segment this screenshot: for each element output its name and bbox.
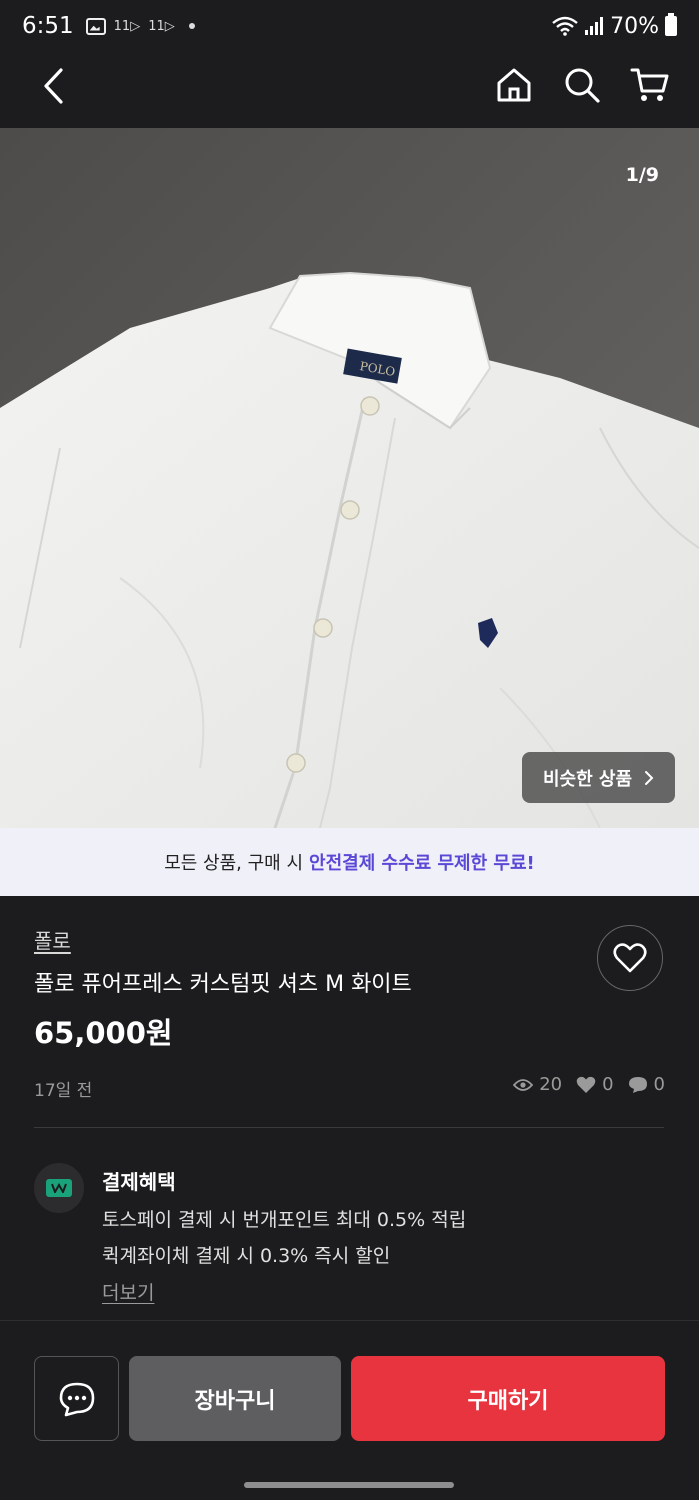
- back-button[interactable]: [36, 66, 76, 106]
- won-icon: [51, 1183, 67, 1193]
- posted-time: 17일 전: [34, 1081, 93, 1101]
- notification-text-2: 11▷: [148, 18, 175, 34]
- benefit-line-quick-transfer: 퀵계좌이체 결제 시 0.3% 즉시 할인: [102, 1245, 391, 1267]
- status-time: 6:51: [22, 13, 74, 39]
- heart-filled-icon: [576, 1076, 596, 1093]
- home-icon: [497, 68, 531, 102]
- benefit-title: 결제혜택: [102, 1170, 176, 1194]
- search-icon: [565, 68, 600, 103]
- image-counter: 1/9: [625, 164, 659, 186]
- notification-text-1: 11▷: [113, 18, 141, 34]
- product-price: 65,000원: [34, 1016, 173, 1050]
- benefit-line-toss: 토스페이 결제 시 번개포인트 최대 0.5% 적립: [102, 1209, 467, 1231]
- like-button[interactable]: [597, 925, 663, 991]
- status-system-icons: 70%: [552, 13, 677, 39]
- similar-products-button[interactable]: 비슷한 상품: [522, 752, 675, 803]
- product-image-carousel[interactable]: POLO 1/9 비슷한 상품: [0, 128, 699, 828]
- promo-prefix: 모든 상품, 구매 시: [164, 853, 304, 874]
- cart-button[interactable]: [629, 64, 671, 106]
- battery-icon: [665, 13, 677, 36]
- product-title: 폴로 퓨어프레스 커스텀핏 셔츠 M 화이트: [34, 972, 412, 997]
- like-count: 0: [602, 1074, 614, 1095]
- cart-icon: [630, 68, 669, 101]
- view-count: 20: [539, 1074, 563, 1095]
- buy-now-button[interactable]: 구매하기: [351, 1356, 665, 1441]
- gallery-icon: [85, 17, 106, 35]
- payment-benefit-icon: [34, 1163, 84, 1213]
- more-notifications-dot-icon: [188, 23, 195, 29]
- product-photo: POLO: [0, 128, 699, 828]
- status-notifications: 11▷ 11▷: [85, 17, 195, 35]
- promo-highlight: 안전결제 수수료 무제한 무료!: [309, 853, 535, 874]
- heart-icon: [613, 943, 647, 973]
- back-icon: [44, 68, 63, 104]
- home-indicator[interactable]: [244, 1482, 454, 1488]
- divider: [34, 1127, 664, 1128]
- chat-icon: [59, 1382, 94, 1416]
- home-button[interactable]: [493, 64, 535, 106]
- similar-products-label: 비슷한 상품: [542, 768, 633, 790]
- safe-payment-banner[interactable]: 모든 상품, 구매 시 안전결제 수수료 무제한 무료!: [0, 828, 699, 896]
- product-stats: 20 0 0: [513, 1074, 665, 1095]
- battery-percent: 70%: [610, 13, 659, 39]
- chevron-right-icon: [645, 770, 654, 785]
- more-benefits-link[interactable]: 더보기: [102, 1278, 154, 1305]
- eye-icon: [513, 1078, 534, 1091]
- chat-bubble-icon: [628, 1076, 647, 1093]
- signal-icon: [585, 17, 604, 35]
- chat-button[interactable]: [34, 1356, 119, 1441]
- wifi-icon: [552, 16, 578, 36]
- chat-count: 0: [653, 1074, 665, 1095]
- add-to-cart-button[interactable]: 장바구니: [129, 1356, 341, 1441]
- brand-link[interactable]: 폴로: [34, 925, 71, 954]
- bottom-separator: [0, 1320, 699, 1321]
- status-bar: 6:51 11▷ 11▷ 70%: [0, 0, 699, 52]
- app-bar: [0, 52, 699, 128]
- search-button[interactable]: [561, 64, 603, 106]
- app-bar-actions: [493, 64, 671, 106]
